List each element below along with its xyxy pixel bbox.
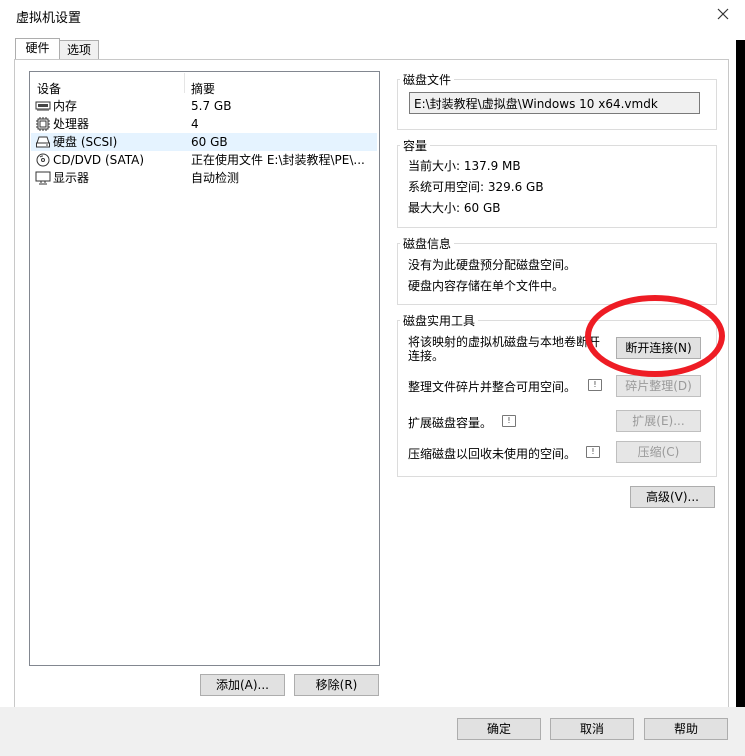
capacity-label: 容量 xyxy=(400,137,431,154)
device-name: 处理器 xyxy=(53,117,90,131)
map-disconnect-text-2: 连接。 xyxy=(408,349,445,363)
device-row-display[interactable]: 显示器 自动检测 xyxy=(31,169,377,187)
remove-device-button[interactable]: 移除(R) xyxy=(294,674,379,696)
device-name: 显示器 xyxy=(53,171,90,185)
disk-file-field[interactable]: E:\封装教程\虚拟盘\Windows 10 x64.vmdk xyxy=(409,92,700,114)
current-size-text: 当前大小: 137.9 MB xyxy=(408,159,521,173)
device-summary: 5.7 GB xyxy=(191,99,232,113)
expand-button[interactable]: 扩展(E)... xyxy=(616,410,701,432)
disk-utilities-label: 磁盘实用工具 xyxy=(400,312,479,329)
memory-icon xyxy=(35,101,51,111)
compact-button[interactable]: 压缩(C) xyxy=(616,441,701,463)
disk-info-line1: 没有为此硬盘预分配磁盘空间。 xyxy=(408,258,577,272)
device-name: CD/DVD (SATA) xyxy=(53,153,145,167)
device-summary: 60 GB xyxy=(191,135,228,149)
advanced-button[interactable]: 高级(V)... xyxy=(630,486,715,508)
device-row-processor[interactable]: 处理器 4 xyxy=(31,115,377,133)
cancel-button[interactable]: 取消 xyxy=(550,718,634,740)
device-summary: 正在使用文件 E:\封装教程\PE\... xyxy=(191,153,365,167)
info-icon[interactable]: ! xyxy=(502,415,516,427)
ok-button[interactable]: 确定 xyxy=(457,718,541,740)
window-edge xyxy=(736,40,745,707)
close-icon[interactable] xyxy=(715,6,731,22)
info-icon[interactable]: ! xyxy=(586,446,600,458)
device-summary: 4 xyxy=(191,117,199,131)
tab-hardware[interactable]: 硬件 xyxy=(15,38,60,59)
processor-icon xyxy=(36,117,50,131)
disk-file-label: 磁盘文件 xyxy=(400,71,455,88)
summary-column-header[interactable]: 摘要 xyxy=(191,80,215,97)
device-summary: 自动检测 xyxy=(191,171,240,185)
disconnect-button[interactable]: 断开连接(N) xyxy=(616,337,701,359)
expand-text: 扩展磁盘容量。 xyxy=(408,416,493,430)
tab-options[interactable]: 选项 xyxy=(59,40,99,59)
display-icon xyxy=(35,171,51,185)
device-column-header[interactable]: 设备 xyxy=(37,80,61,97)
device-row-memory[interactable]: 内存 5.7 GB xyxy=(31,97,377,115)
help-button[interactable]: 帮助 xyxy=(644,718,728,740)
disk-info-line2: 硬盘内容存储在单个文件中。 xyxy=(408,279,565,293)
device-name: 内存 xyxy=(53,99,78,113)
device-row-cdrom[interactable]: CD/DVD (SATA) 正在使用文件 E:\封装教程\PE\... xyxy=(31,151,377,169)
defrag-text: 整理文件碎片并整合可用空间。 xyxy=(408,380,577,394)
defrag-button[interactable]: 碎片整理(D) xyxy=(616,375,701,397)
window-title: 虚拟机设置 xyxy=(16,11,82,26)
cdrom-icon xyxy=(36,153,50,167)
disk-info-group xyxy=(397,243,717,305)
device-name: 硬盘 (SCSI) xyxy=(53,135,118,149)
disk-info-label: 磁盘信息 xyxy=(400,235,455,252)
max-size-text: 最大大小: 60 GB xyxy=(408,201,501,215)
add-device-button[interactable]: 添加(A)... xyxy=(200,674,285,696)
harddisk-icon xyxy=(36,136,50,148)
compact-text: 压缩磁盘以回收未使用的空间。 xyxy=(408,447,577,461)
available-space-text: 系统可用空间: 329.6 GB xyxy=(408,180,544,194)
header-divider xyxy=(184,73,185,93)
info-icon[interactable]: ! xyxy=(588,379,602,391)
device-row-harddisk[interactable]: 硬盘 (SCSI) 60 GB xyxy=(31,133,377,151)
